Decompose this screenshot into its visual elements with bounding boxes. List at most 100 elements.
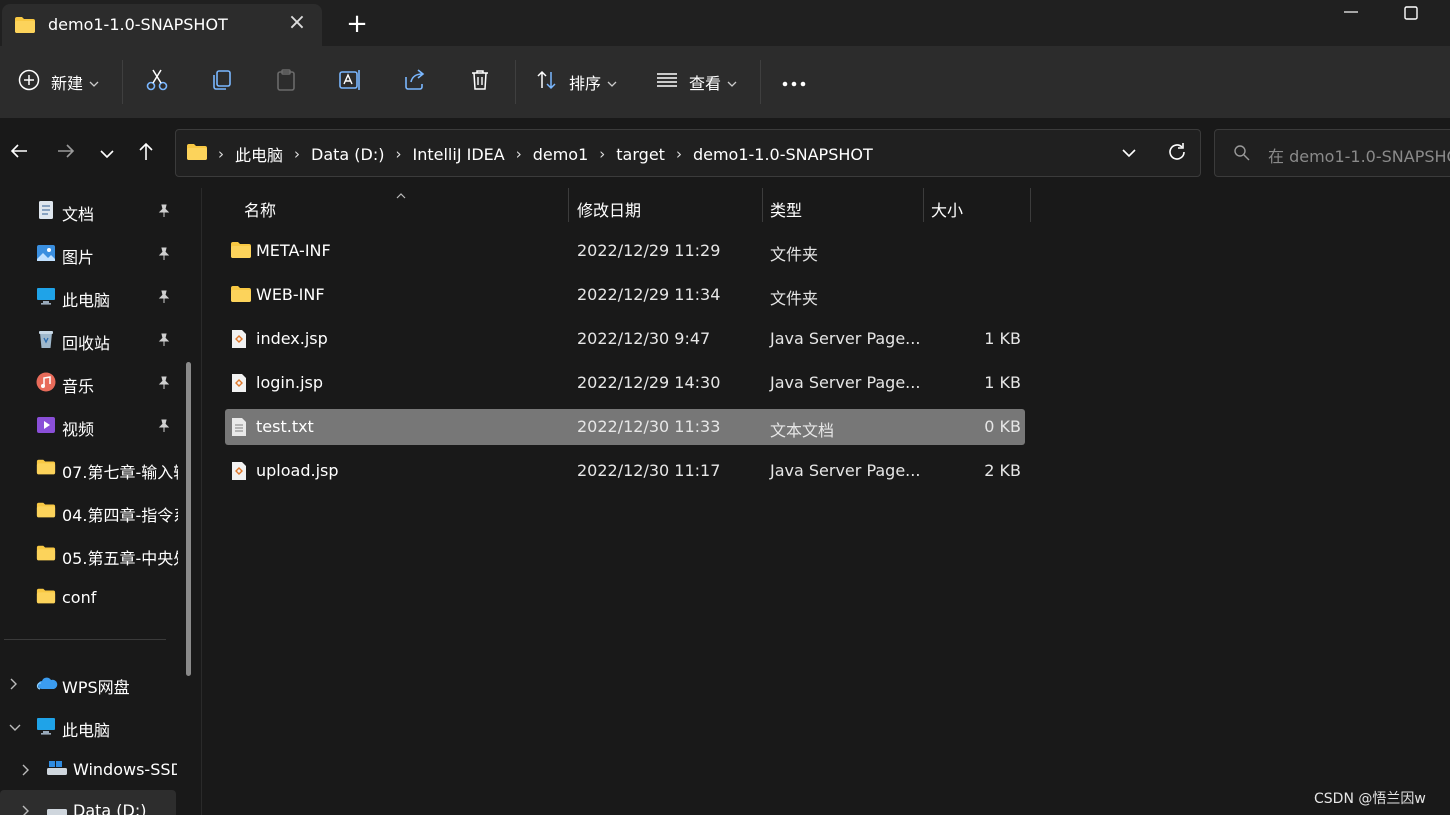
- new-button[interactable]: 新建: [17, 62, 99, 102]
- cloud-icon: [36, 673, 58, 693]
- breadcrumb-item[interactable]: 此电脑: [235, 142, 283, 166]
- file-row-selected[interactable]: test.txt 2022/12/30 11:33 文本文档 0 KB: [225, 409, 1025, 445]
- rename-button[interactable]: [337, 62, 363, 102]
- address-row: › 此电脑 › Data (D:) › IntelliJ IDEA › demo…: [0, 118, 1450, 188]
- chevron-right-icon[interactable]: [20, 803, 32, 815]
- file-type: Java Server Page...: [770, 461, 921, 480]
- chevron-right-icon[interactable]: ›: [294, 145, 300, 163]
- delete-button[interactable]: [467, 62, 493, 102]
- address-dropdown-button[interactable]: [1120, 144, 1138, 166]
- tab-current[interactable]: demo1-1.0-SNAPSHOT ×: [2, 4, 322, 46]
- breadcrumb-item[interactable]: Data (D:): [311, 145, 384, 164]
- chevron-right-icon[interactable]: [20, 762, 32, 781]
- share-button[interactable]: [402, 62, 428, 102]
- copy-button[interactable]: [209, 62, 235, 102]
- folder-icon: [230, 241, 252, 263]
- breadcrumb-item[interactable]: demo1-1.0-SNAPSHOT: [693, 145, 873, 164]
- sidebar-item-this-pc[interactable]: 此电脑: [0, 706, 180, 746]
- folder-icon: [36, 587, 56, 607]
- breadcrumb-item[interactable]: target: [616, 145, 665, 164]
- file-name: WEB-INF: [256, 285, 325, 304]
- up-button[interactable]: [131, 140, 161, 166]
- sidebar-item-label: 04.第四章-指令系统: [62, 506, 178, 525]
- sort-icon: [535, 68, 559, 96]
- chevron-down-icon[interactable]: [8, 719, 22, 738]
- toolbar-divider: [760, 60, 761, 104]
- pin-icon[interactable]: [157, 375, 171, 394]
- sort-ascending-icon: [395, 186, 407, 205]
- sidebar-scrollbar[interactable]: [186, 362, 191, 676]
- breadcrumb-item[interactable]: demo1: [533, 145, 589, 164]
- chevron-right-icon[interactable]: [8, 676, 20, 695]
- sort-label: 排序: [569, 74, 602, 93]
- text-file-icon: [230, 417, 248, 441]
- file-row[interactable]: login.jsp 2022/12/29 14:30 Java Server P…: [225, 365, 1025, 401]
- chevron-down-icon: [89, 73, 99, 92]
- column-divider[interactable]: [762, 188, 763, 222]
- chevron-right-icon[interactable]: ›: [396, 145, 402, 163]
- sidebar-item-wps-drive[interactable]: WPS网盘: [0, 663, 180, 703]
- address-bar[interactable]: › 此电脑 › Data (D:) › IntelliJ IDEA › demo…: [175, 129, 1201, 177]
- pin-icon[interactable]: [157, 332, 171, 351]
- arrow-left-icon: [9, 142, 29, 164]
- pin-icon[interactable]: [157, 289, 171, 308]
- sidebar-item-label: Windows-SSD: [73, 760, 177, 779]
- chevron-down-icon: [1120, 147, 1138, 166]
- forward-button[interactable]: [51, 140, 81, 166]
- column-divider[interactable]: [1030, 188, 1031, 222]
- sidebar-item-music[interactable]: 音乐: [0, 362, 180, 402]
- file-row[interactable]: index.jsp 2022/12/30 9:47 Java Server Pa…: [225, 321, 1025, 357]
- file-row[interactable]: upload.jsp 2022/12/30 11:17 Java Server …: [225, 453, 1025, 489]
- cut-button[interactable]: [144, 62, 170, 102]
- drive-icon: [46, 800, 67, 815]
- column-header-type[interactable]: 类型: [770, 197, 802, 221]
- maximize-icon[interactable]: [1397, 2, 1425, 24]
- column-header-date[interactable]: 修改日期: [577, 197, 641, 221]
- pin-icon[interactable]: [157, 418, 171, 437]
- breadcrumb-item[interactable]: IntelliJ IDEA: [413, 145, 505, 164]
- chevron-right-icon[interactable]: ›: [599, 145, 605, 163]
- back-button[interactable]: [4, 140, 34, 166]
- column-divider[interactable]: [923, 188, 924, 222]
- sidebar-item-this-pc[interactable]: 此电脑: [0, 276, 180, 316]
- close-tab-button[interactable]: ×: [286, 12, 308, 35]
- file-type: 文件夹: [770, 245, 819, 264]
- more-icon: [781, 73, 807, 92]
- chevron-right-icon[interactable]: ›: [676, 145, 682, 163]
- more-button[interactable]: [781, 62, 807, 102]
- chevron-down-icon: [99, 144, 115, 163]
- sort-button[interactable]: 排序: [535, 62, 617, 102]
- this-pc-icon: [36, 716, 56, 736]
- sidebar-item-folder[interactable]: 05.第五章-中央处理器: [0, 534, 180, 574]
- new-tab-button[interactable]: +: [342, 11, 372, 38]
- minimize-icon[interactable]: [1337, 2, 1365, 20]
- sidebar-item-recycle-bin[interactable]: 回收站: [0, 319, 180, 359]
- search-input[interactable]: 在 demo1-1.0-SNAPSHOT 中搜索: [1214, 129, 1450, 177]
- documents-icon: [36, 200, 56, 220]
- view-button[interactable]: 查看: [655, 62, 737, 102]
- sidebar-item-folder[interactable]: 07.第七章-输入输出: [0, 448, 180, 488]
- pin-icon[interactable]: [157, 246, 171, 265]
- sidebar-item-label: WPS网盘: [62, 678, 130, 697]
- recent-locations-button[interactable]: [92, 140, 122, 166]
- pin-icon[interactable]: [157, 203, 171, 222]
- column-header-name[interactable]: 名称: [244, 197, 276, 221]
- sidebar-item-videos[interactable]: 视频: [0, 405, 180, 445]
- sidebar-item-documents[interactable]: 文档: [0, 190, 180, 230]
- file-size: 1 KB: [984, 329, 1021, 348]
- refresh-button[interactable]: [1166, 141, 1188, 167]
- sidebar-item-windows-ssd[interactable]: Windows-SSD: [0, 749, 180, 789]
- sidebar-item-folder[interactable]: 04.第四章-指令系统: [0, 491, 180, 531]
- column-header-size[interactable]: 大小: [931, 197, 963, 221]
- sidebar-item-data-d[interactable]: Data (D:): [0, 790, 180, 815]
- file-date: 2022/12/30 11:17: [577, 461, 721, 480]
- paste-button[interactable]: [273, 62, 299, 102]
- sidebar-item-conf[interactable]: conf: [0, 577, 180, 617]
- file-row[interactable]: META-INF 2022/12/29 11:29 文件夹: [225, 233, 1025, 269]
- sidebar-item-pictures[interactable]: 图片: [0, 233, 180, 273]
- chevron-right-icon[interactable]: ›: [516, 145, 522, 163]
- column-divider[interactable]: [568, 188, 569, 222]
- file-row[interactable]: WEB-INF 2022/12/29 11:34 文件夹: [225, 277, 1025, 313]
- chevron-right-icon: ›: [218, 145, 224, 163]
- view-label: 查看: [689, 74, 722, 93]
